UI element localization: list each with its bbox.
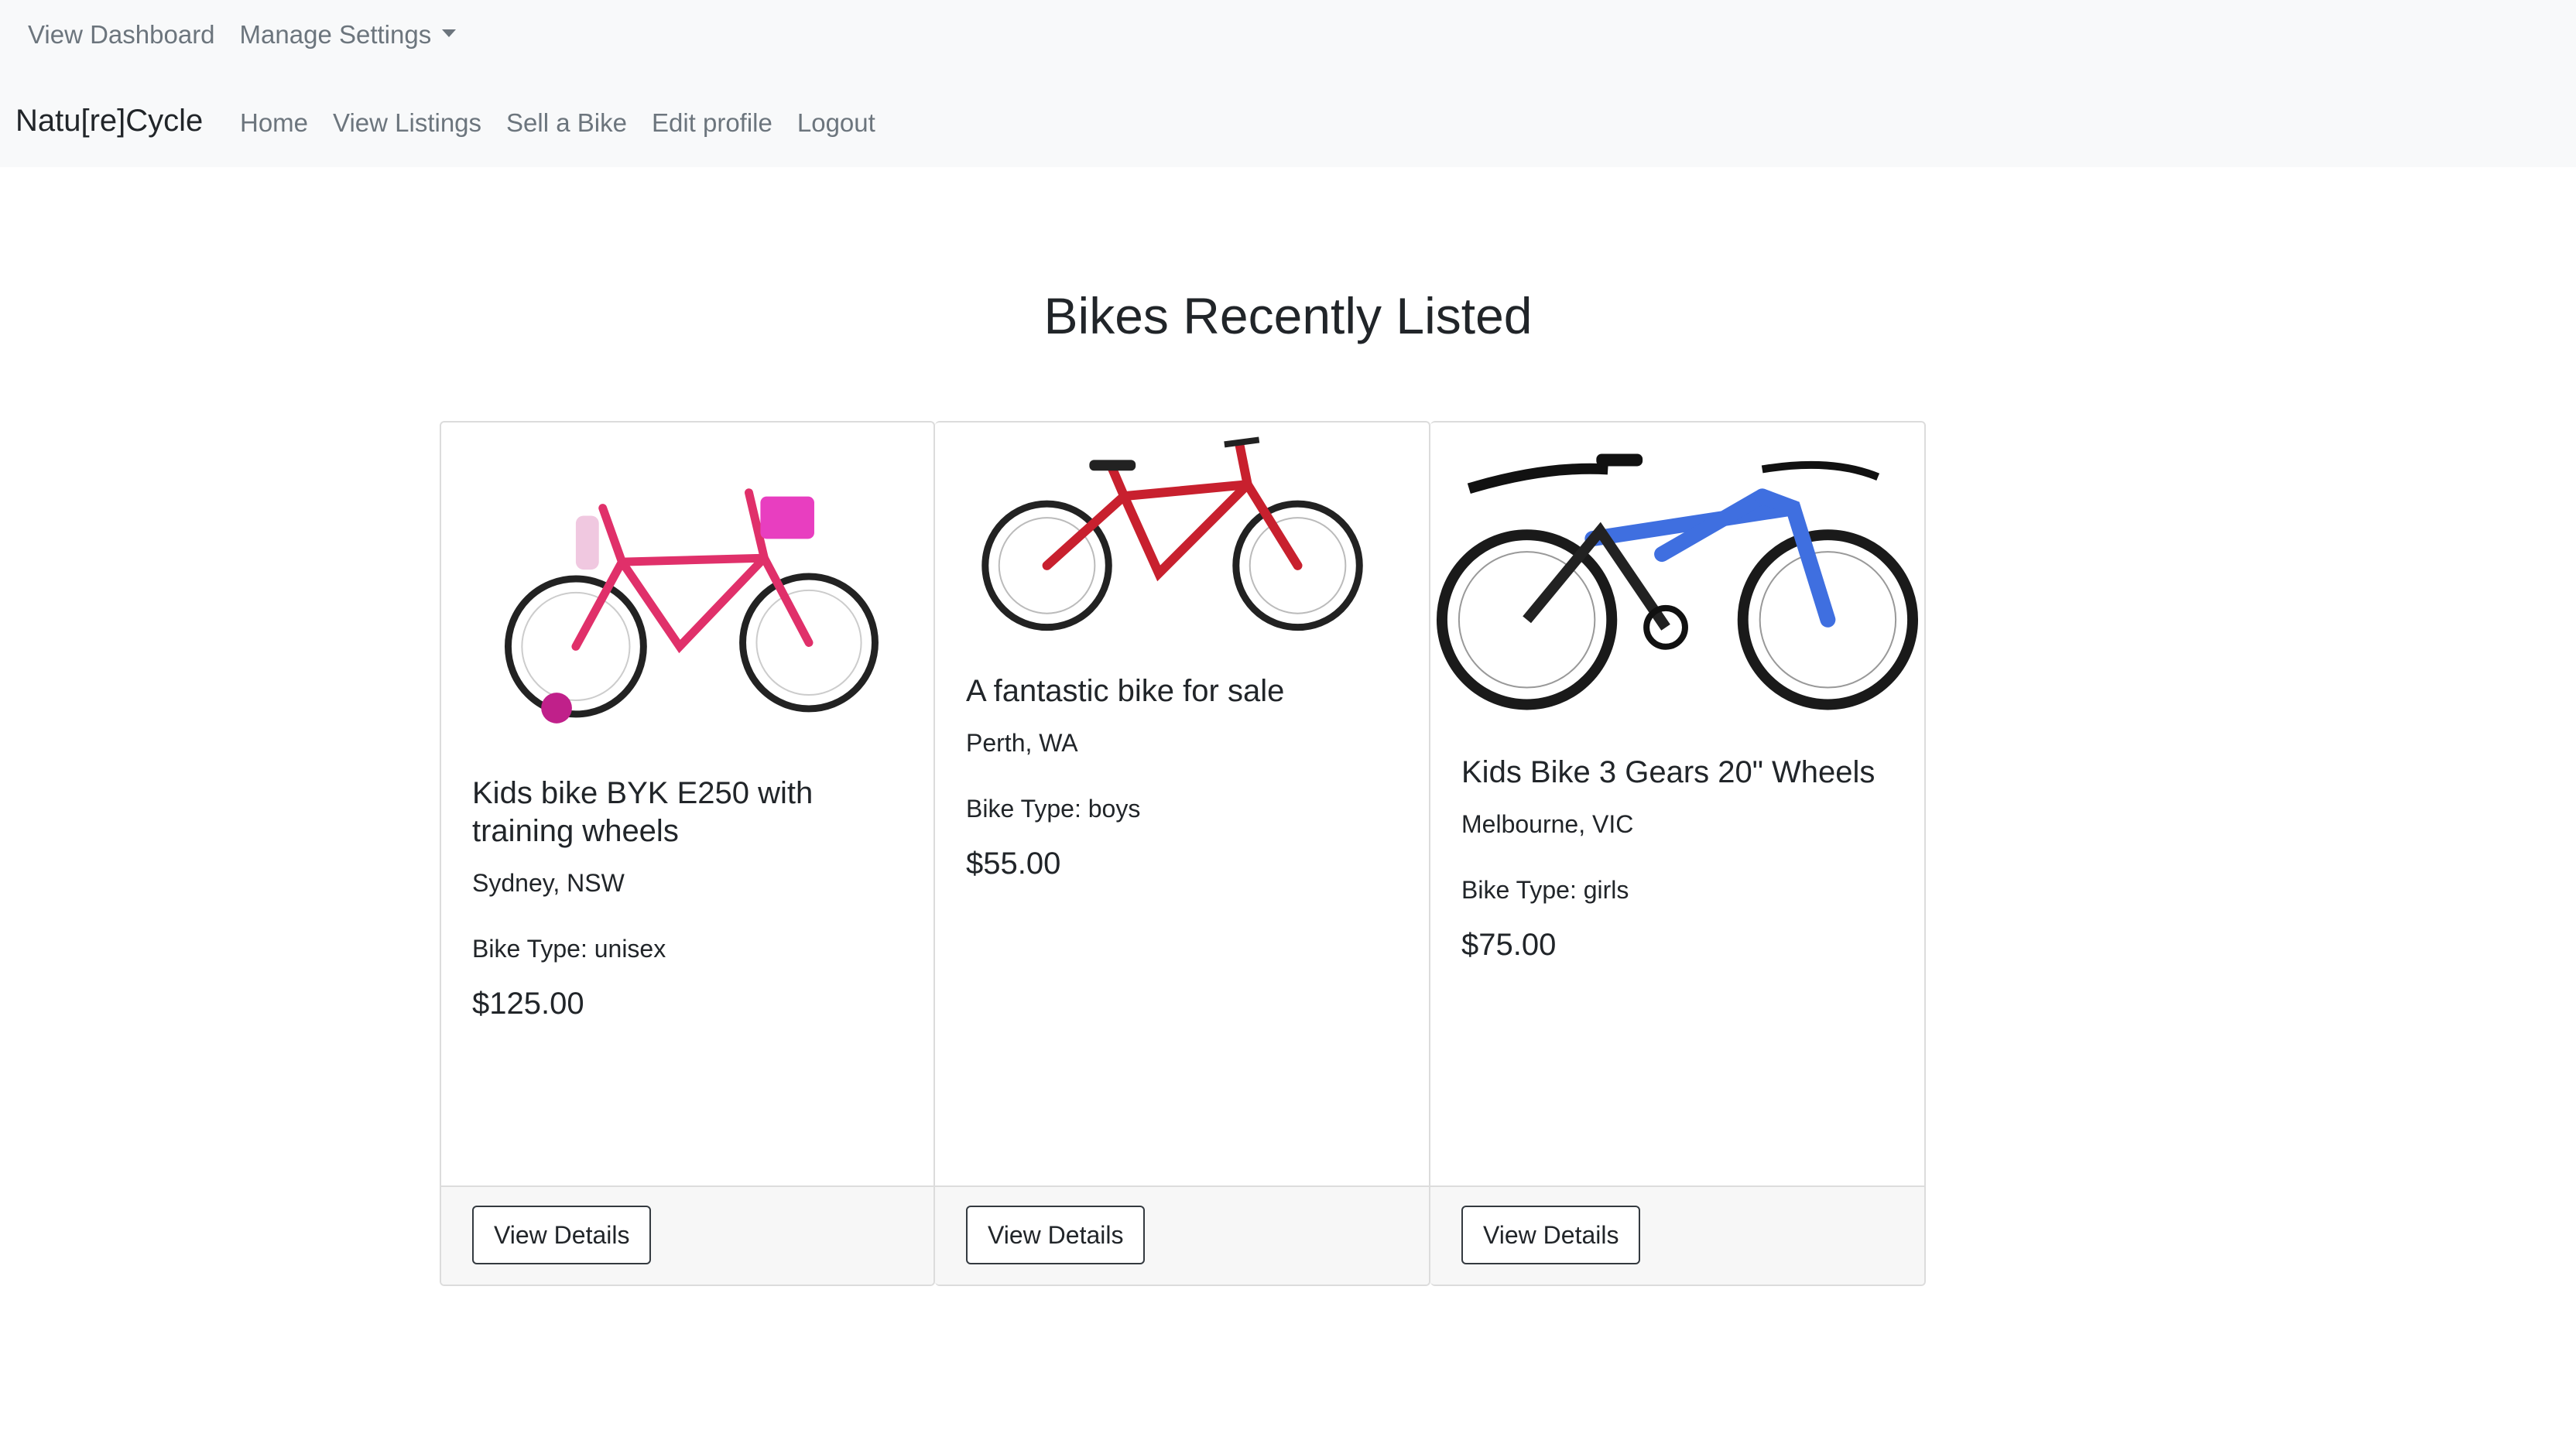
listing-location: Melbourne, VIC — [1461, 809, 1634, 838]
listing-title: Kids bike BYK E250 with training wheels — [472, 776, 814, 848]
listing-price: $55.00 — [966, 846, 1061, 881]
bike-photo-icon — [504, 488, 879, 724]
card-footer: View Details — [935, 1185, 1429, 1285]
card-footer: View Details — [1430, 1185, 1924, 1285]
bike-image — [1430, 422, 1924, 732]
listing-card: A fantastic bike for sale Perth, WA Bike… — [935, 421, 1430, 1286]
main-nav: Home View Listings Sell a Bike Edit prof… — [240, 108, 900, 138]
card-footer: View Details — [441, 1185, 933, 1285]
nav-top-row: View Dashboard Manage Settings — [28, 20, 481, 50]
listing-bike-type: Bike Type: boys — [966, 794, 1141, 823]
listing-bike-type: Bike Type: unisex — [472, 934, 666, 963]
listing-location: Perth, WA — [966, 728, 1078, 757]
listing-cards: Kids bike BYK E250 with training wheels … — [440, 421, 1926, 1286]
view-details-button[interactable]: View Details — [966, 1206, 1146, 1264]
bike-photo-icon — [1436, 453, 1919, 710]
view-dashboard-link[interactable]: View Dashboard — [28, 20, 215, 50]
listing-title: A fantastic bike for sale — [966, 674, 1285, 708]
bike-image — [935, 422, 1429, 655]
listing-card: Kids Bike 3 Gears 20" Wheels Melbourne, … — [1430, 421, 1926, 1286]
navbar: View Dashboard Manage Settings Natu[re]C… — [0, 0, 2576, 167]
view-details-button[interactable]: View Details — [472, 1206, 652, 1264]
view-details-button[interactable]: View Details — [1461, 1206, 1641, 1264]
listing-location: Sydney, NSW — [472, 868, 625, 897]
listing-card: Kids bike BYK E250 with training wheels … — [440, 421, 935, 1286]
nav-home[interactable]: Home — [240, 108, 308, 138]
card-body: Kids Bike 3 Gears 20" Wheels Melbourne, … — [1461, 754, 1893, 963]
nav-logout[interactable]: Logout — [797, 108, 875, 138]
listing-price: $75.00 — [1461, 927, 1557, 962]
card-body: A fantastic bike for sale Perth, WA Bike… — [966, 672, 1398, 881]
nav-view-listings[interactable]: View Listings — [333, 108, 481, 138]
page-title: Bikes Recently Listed — [1043, 287, 1533, 344]
nav-sell-bike[interactable]: Sell a Bike — [506, 108, 627, 138]
manage-settings-dropdown[interactable]: Manage Settings — [240, 20, 457, 50]
listing-bike-type: Bike Type: girls — [1461, 875, 1629, 904]
brand-logo[interactable]: Natu[re]Cycle — [15, 104, 203, 139]
chevron-down-icon — [442, 29, 457, 38]
nav-edit-profile[interactable]: Edit profile — [652, 108, 772, 138]
manage-settings-label: Manage Settings — [239, 20, 432, 49]
listing-title: Kids Bike 3 Gears 20" Wheels — [1461, 755, 1875, 789]
listing-price: $125.00 — [472, 986, 584, 1021]
bike-photo-icon — [981, 436, 1363, 631]
bike-image — [441, 422, 933, 732]
card-body: Kids bike BYK E250 with training wheels … — [472, 775, 903, 1021]
